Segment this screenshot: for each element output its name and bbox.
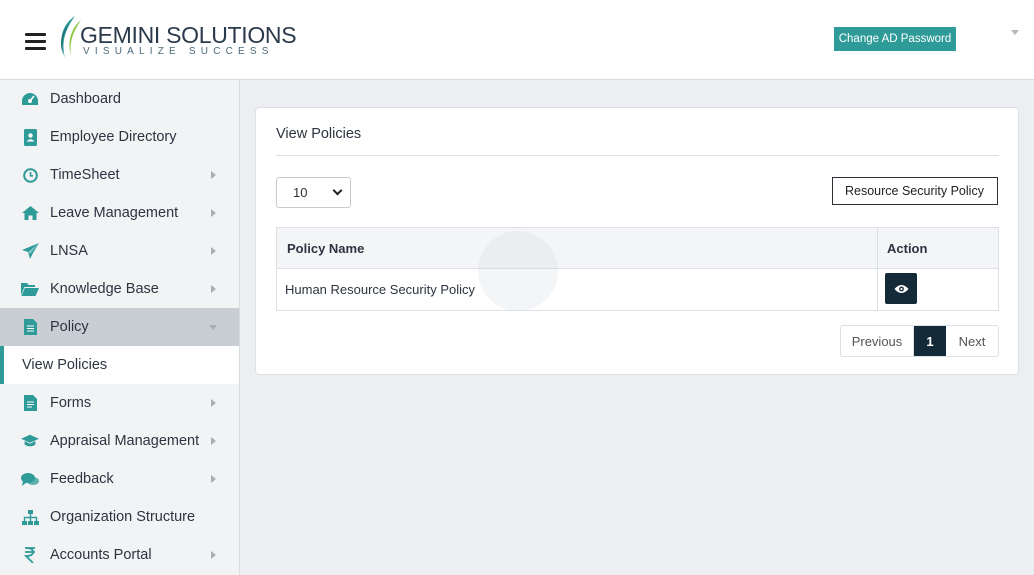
top-header: GEMINI SOLUTIONS VISUALIZE SUCCESS Chang… [0, 0, 1034, 80]
form-icon [21, 395, 39, 411]
table-header-row: Policy Name Action [277, 228, 998, 269]
clock-icon [21, 167, 39, 183]
sidebar: Dashboard Employee Directory TimeSheet L… [0, 80, 240, 575]
folder-open-icon [21, 281, 39, 297]
sidebar-item-forms[interactable]: Forms [0, 384, 239, 422]
sidebar-item-label: Leave Management [50, 205, 179, 221]
dashboard-icon [21, 91, 39, 107]
search-input[interactable]: Resource Security Policy [832, 177, 998, 205]
page-title: View Policies [276, 126, 362, 142]
column-header-action: Action [887, 241, 928, 256]
view-policy-button[interactable] [885, 273, 917, 304]
next-page-button[interactable]: Next [946, 326, 998, 356]
sidebar-item-timesheet[interactable]: TimeSheet [0, 156, 239, 194]
chevron-right-icon [211, 285, 216, 293]
chevron-down-icon [332, 185, 343, 196]
table-row: Human Resource Security Policy [277, 269, 998, 310]
sidebar-item-employee-directory[interactable]: Employee Directory [0, 118, 239, 156]
loading-overlay [478, 231, 558, 311]
sidebar-item-label: Knowledge Base [50, 281, 159, 297]
chevron-right-icon [211, 247, 216, 255]
sidebar-item-label: Dashboard [50, 91, 121, 107]
sidebar-item-appraisal-management[interactable]: Appraisal Management [0, 422, 239, 460]
sidebar-item-label: Accounts Portal [50, 547, 152, 563]
sidebar-item-label: TimeSheet [50, 167, 120, 183]
sitemap-icon [21, 509, 39, 525]
sidebar-item-accounts-portal[interactable]: Accounts Portal [0, 536, 239, 574]
sidebar-item-feedback[interactable]: Feedback [0, 460, 239, 498]
sidebar-item-policy[interactable]: Policy [0, 308, 239, 346]
previous-page-button[interactable]: Previous [841, 326, 914, 356]
page-length-value: 10 [293, 185, 308, 200]
sidebar-item-label: Appraisal Management [50, 433, 200, 449]
sidebar-subitem-label: View Policies [22, 357, 108, 373]
logo-title: GEMINI SOLUTIONS [80, 22, 297, 48]
change-ad-password-button[interactable]: Change AD Password [834, 27, 956, 51]
chevron-right-icon [211, 437, 216, 445]
sidebar-item-label: LNSA [50, 243, 88, 259]
column-header-policy-name[interactable]: Policy Name [287, 241, 364, 256]
sidebar-item-label: Organization Structure [50, 509, 196, 525]
chevron-right-icon [211, 475, 216, 483]
graduation-cap-icon [21, 433, 39, 449]
eye-icon [894, 284, 908, 293]
sidebar-item-label: Employee Directory [50, 129, 177, 145]
pagination: Previous 1 Next [840, 325, 999, 357]
sidebar-item-organization-structure[interactable]: Organization Structure [0, 498, 239, 536]
user-menu-caret-icon[interactable] [1011, 30, 1019, 35]
logo-tagline: VISUALIZE SUCCESS [83, 46, 274, 57]
chevron-right-icon [211, 209, 216, 217]
sidebar-item-knowledge-base[interactable]: Knowledge Base [0, 270, 239, 308]
paper-plane-icon [21, 243, 39, 259]
sidebar-item-lnsa[interactable]: LNSA [0, 232, 239, 270]
chevron-right-icon [211, 171, 216, 179]
chat-icon [21, 471, 39, 487]
sidebar-item-label: Forms [50, 395, 92, 411]
policies-table: Policy Name Action Human Resource Securi… [276, 227, 999, 311]
chevron-down-icon [209, 325, 217, 330]
home-icon [21, 205, 39, 221]
view-policies-card: View Policies 10 Resource Security Polic… [255, 107, 1019, 375]
sidebar-item-label: Feedback [50, 471, 114, 487]
column-separator [877, 228, 878, 310]
document-icon [21, 319, 39, 335]
company-logo[interactable]: GEMINI SOLUTIONS VISUALIZE SUCCESS [55, 14, 297, 64]
divider [276, 155, 999, 156]
sidebar-subitem-view-policies[interactable]: View Policies [0, 346, 239, 384]
current-page-button[interactable]: 1 [914, 326, 946, 356]
sidebar-item-label: Policy [50, 319, 89, 335]
sidebar-item-leave-management[interactable]: Leave Management [0, 194, 239, 232]
chevron-right-icon [211, 551, 216, 559]
policy-name-cell: Human Resource Security Policy [285, 282, 476, 297]
hamburger-menu-icon[interactable] [25, 33, 46, 50]
sidebar-item-dashboard[interactable]: Dashboard [0, 80, 239, 118]
chevron-right-icon [211, 399, 216, 407]
rupee-icon [21, 547, 39, 563]
contact-book-icon [21, 128, 39, 146]
page-length-select[interactable]: 10 [276, 177, 351, 208]
